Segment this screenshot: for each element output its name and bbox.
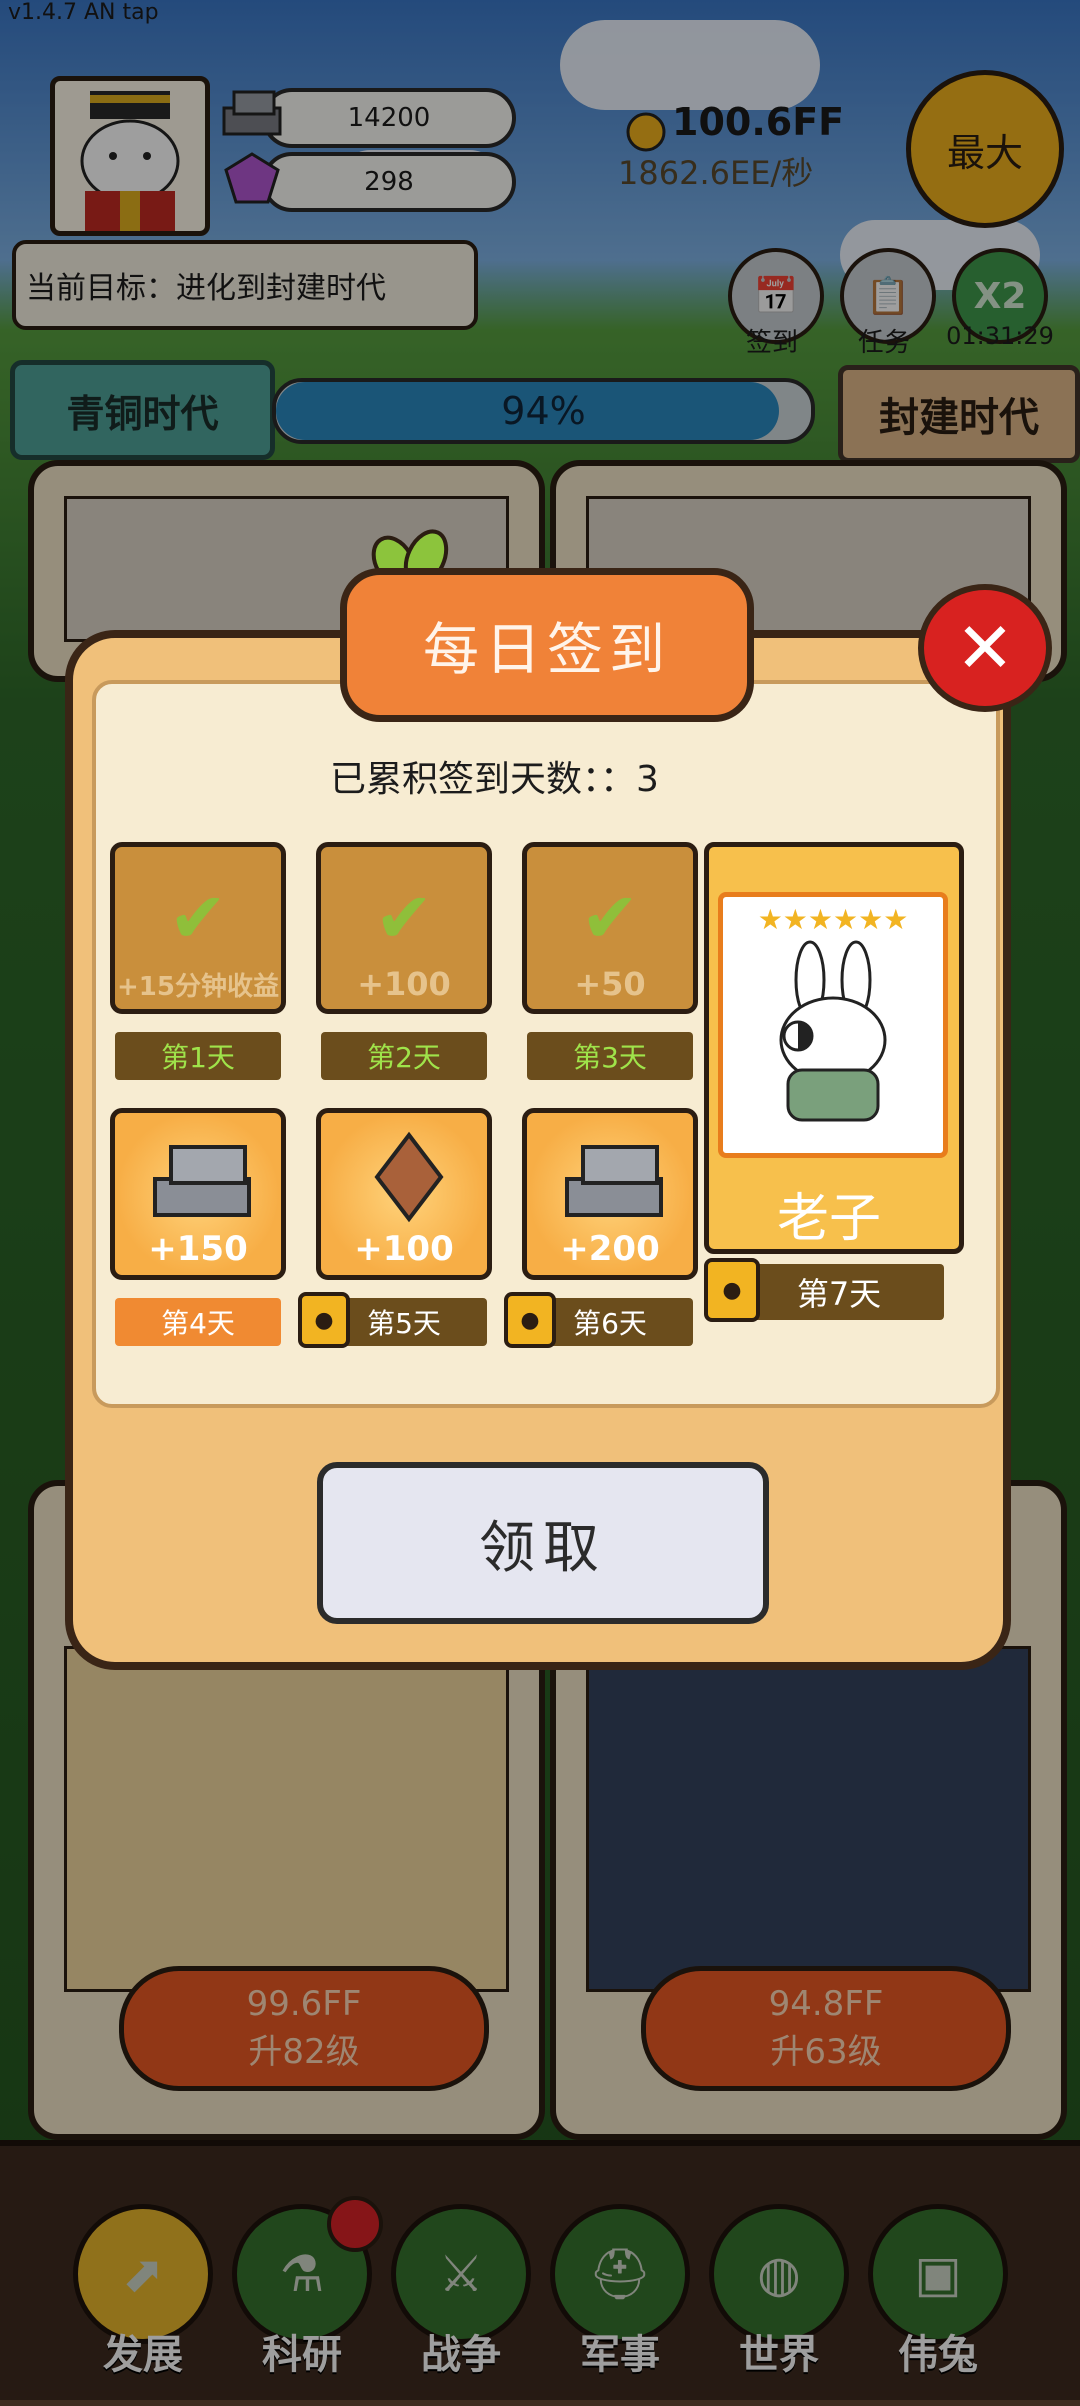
- lock-icon: ●: [704, 1258, 760, 1322]
- close-button[interactable]: ✕: [918, 584, 1052, 712]
- day-label: 第2天: [321, 1032, 487, 1080]
- day-4-reward[interactable]: +150: [110, 1108, 286, 1280]
- day-label: 第7天: [734, 1264, 944, 1320]
- rarity-stars: ★★★★★★: [757, 903, 909, 936]
- iron-icon: [565, 1145, 663, 1217]
- lock-icon: ●: [504, 1292, 556, 1348]
- checkin-streak: 已累积签到天数：：3: [330, 759, 659, 800]
- reward-amount: +100: [357, 965, 451, 1003]
- day-6-reward: +200: [522, 1108, 698, 1280]
- laozi-rabbit-icon: [779, 940, 887, 1122]
- check-icon: ✔: [168, 877, 228, 959]
- hero-name: 老子: [776, 1189, 881, 1249]
- claim-button[interactable]: 领取: [317, 1462, 769, 1624]
- check-icon: ✔: [580, 877, 640, 959]
- close-icon: ✕: [955, 607, 1015, 689]
- hero-portrait-frame: ★★★★★★: [718, 892, 948, 1158]
- reward-amount: +15分钟收益: [117, 972, 279, 1002]
- day-1-reward: ✔ +15分钟收益: [110, 842, 286, 1014]
- day-label: 第3天: [527, 1032, 693, 1080]
- day-label: 第1天: [115, 1032, 281, 1080]
- reward-amount: +50: [574, 965, 646, 1003]
- day-2-reward: ✔ +100: [316, 842, 492, 1014]
- reward-amount: +150: [148, 1229, 248, 1269]
- day-label: 第4天: [115, 1298, 281, 1346]
- lock-icon: ●: [298, 1292, 350, 1348]
- dialog-title: 每日签到: [340, 568, 754, 722]
- reward-amount: +100: [354, 1229, 454, 1269]
- day-3-reward: ✔ +50: [522, 842, 698, 1014]
- gem-icon: [374, 1131, 444, 1223]
- reward-amount: +200: [560, 1229, 660, 1269]
- day-5-reward: +100: [316, 1108, 492, 1280]
- iron-icon: [153, 1145, 251, 1217]
- check-icon: ✔: [374, 877, 434, 959]
